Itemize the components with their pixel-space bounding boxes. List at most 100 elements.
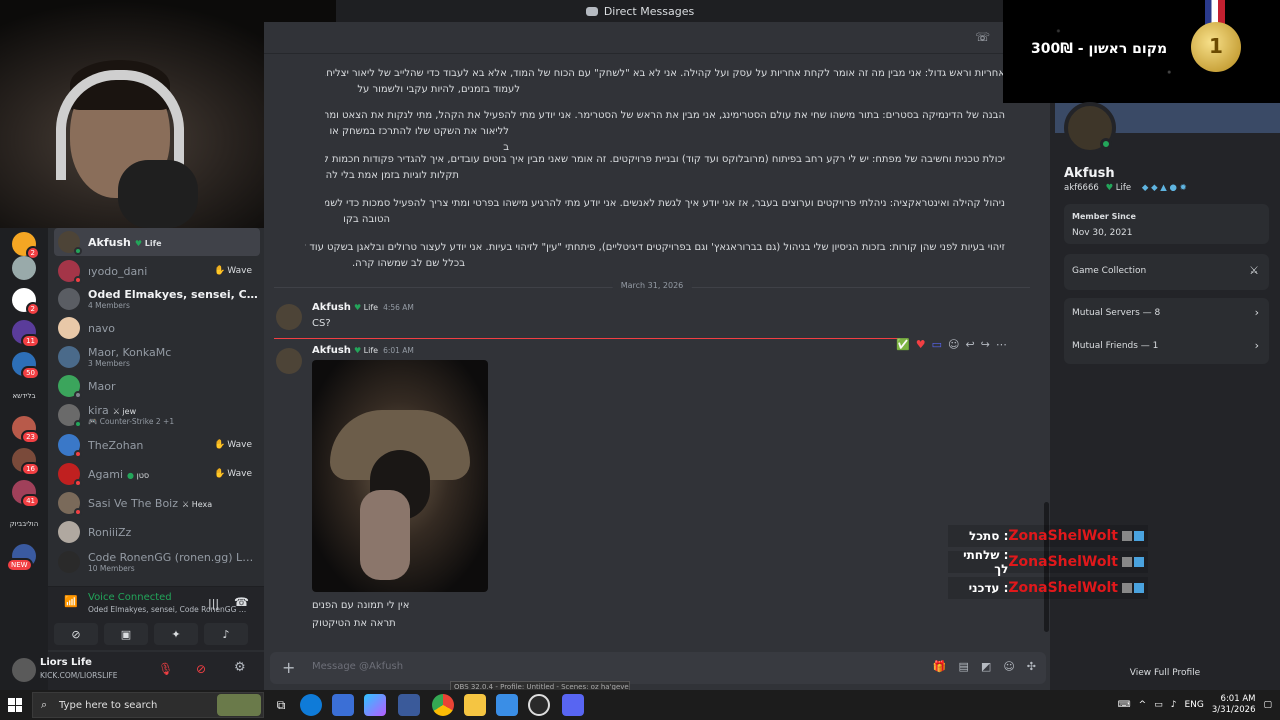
- server-icon[interactable]: 11: [12, 320, 40, 348]
- stream-chat-user: ZonaShelWolt: [1008, 528, 1118, 544]
- message-author[interactable]: Akfush: [312, 302, 351, 313]
- mutual-servers-row[interactable]: Mutual Servers — 8 ›: [1064, 298, 1269, 328]
- server-icon[interactable]: 2: [12, 232, 40, 260]
- soundboard-icon: ♪: [222, 627, 230, 641]
- edge-browser-icon[interactable]: [300, 694, 322, 716]
- voice-channel[interactable]: Oded Elmakyes, sensei, Code RonenGG (ron…: [88, 605, 248, 614]
- profile-badges[interactable]: ◆ ◆ ▲ ● ✹: [1142, 183, 1187, 193]
- wave-button[interactable]: ✋ Wave: [214, 469, 252, 479]
- mic-muted-icon[interactable]: 🎙: [158, 662, 173, 676]
- user-custom-status: KICK.COM/LIORSLIFE: [40, 671, 118, 680]
- server-icon[interactable]: NEW: [6, 544, 36, 572]
- more-options-icon[interactable]: ⋯: [996, 338, 1007, 351]
- message-avatar[interactable]: [276, 304, 302, 330]
- add-reaction-icon[interactable]: ☺: [948, 338, 959, 351]
- sticker-icon[interactable]: ◩: [981, 660, 991, 673]
- message-input-placeholder[interactable]: Message @Akfush: [312, 661, 403, 672]
- keyboard-icon[interactable]: ⌨: [1118, 700, 1131, 710]
- user-avatar[interactable]: [12, 658, 36, 682]
- noise-suppression-icon[interactable]: |||: [208, 597, 219, 610]
- screen-share-button[interactable]: ▣: [104, 623, 148, 645]
- wave-button[interactable]: ✋ Wave: [214, 266, 252, 276]
- dm-item-kira[interactable]: kira ⚔ jew 🎮 Counter-Strike 2 +1: [54, 400, 260, 430]
- server-icon[interactable]: 50: [12, 352, 40, 380]
- message-author[interactable]: Akfush: [312, 345, 351, 356]
- stream-chat-line: ZonaShelWolt : סתכל: [948, 525, 1148, 547]
- settings-gear-icon[interactable]: ⚙: [234, 660, 246, 675]
- dm-item-navo[interactable]: navo: [54, 314, 260, 342]
- gift-icon[interactable]: 🎁: [933, 660, 947, 673]
- server-text-label[interactable]: הוליבביוק: [4, 520, 44, 528]
- wave-button[interactable]: ✋ Wave: [214, 440, 252, 450]
- dm-name: Maor, KonkaMc: [88, 346, 172, 359]
- dm-item-roniiizz[interactable]: RoniiiZz: [54, 518, 260, 546]
- dm-item-group-maor[interactable]: Maor, KonkaMc 3 Members: [54, 342, 260, 372]
- windows-app-icon[interactable]: [398, 694, 420, 716]
- voice-status[interactable]: Voice Connected: [88, 592, 172, 603]
- server-icon[interactable]: 23: [12, 416, 40, 444]
- obs-icon[interactable]: [528, 694, 550, 716]
- store-icon[interactable]: [332, 694, 354, 716]
- user-name[interactable]: Liors Life: [40, 657, 92, 668]
- file-explorer-icon[interactable]: [464, 694, 486, 716]
- image-attachment[interactable]: [312, 360, 488, 592]
- taskbar-search-box[interactable]: ⌕ Type here to search: [32, 692, 264, 718]
- stream-chat-line: ZonaShelWolt : עדכני: [948, 577, 1148, 599]
- taskbar-clock[interactable]: 6:01 AM 3/31/2026: [1212, 694, 1256, 716]
- windows-start-button[interactable]: [8, 698, 22, 712]
- dm-item-akfush[interactable]: Akfush ♥ Life: [54, 228, 260, 256]
- headphones-muted-icon[interactable]: ⊘: [196, 662, 206, 676]
- server-icon[interactable]: [12, 256, 36, 280]
- voice-call-icon[interactable]: ☏: [975, 30, 990, 44]
- emoji-icon[interactable]: ☺: [1003, 660, 1014, 673]
- medal-number: 1: [1209, 34, 1223, 58]
- dm-item-maor[interactable]: Maor: [54, 372, 260, 400]
- checkmark-reaction-icon[interactable]: ✅: [896, 338, 910, 351]
- soundboard-button[interactable]: ♪: [204, 623, 248, 645]
- server-icon[interactable]: 41: [12, 480, 40, 508]
- task-view-icon[interactable]: ⧉: [270, 694, 292, 716]
- apps-icon[interactable]: ✣: [1027, 660, 1036, 673]
- notifications-icon[interactable]: ▢: [1263, 700, 1272, 710]
- message-input-box[interactable]: + Message @Akfush 🎁 ▤ ◩ ☺ ✣: [270, 652, 1046, 684]
- mutual-friends-row[interactable]: Mutual Friends — 1 ›: [1064, 331, 1269, 361]
- copilot-icon[interactable]: [364, 694, 386, 716]
- dm-item-group-oded[interactable]: Oded Elmakyes, sensei, Code Rone...4 Mem…: [54, 284, 260, 314]
- profile-avatar[interactable]: [1064, 102, 1116, 154]
- tray-overflow-icon[interactable]: ^: [1139, 700, 1147, 710]
- add-attachment-icon[interactable]: +: [282, 658, 295, 677]
- camera-off-button[interactable]: ⊘: [54, 623, 98, 645]
- profile-username[interactable]: akf6666: [1064, 183, 1099, 193]
- clan-tag-label: סטן: [136, 470, 150, 480]
- server-icon[interactable]: 2: [12, 288, 40, 316]
- message-avatar[interactable]: [276, 348, 302, 374]
- discord-icon[interactable]: [562, 694, 584, 716]
- view-full-profile-link[interactable]: View Full Profile: [1050, 668, 1280, 678]
- server-icon[interactable]: 16: [12, 448, 40, 476]
- reply-icon[interactable]: ↩: [965, 338, 974, 351]
- game-collection-card[interactable]: Game Collection ⚔: [1064, 254, 1269, 290]
- profile-display-name[interactable]: Akfush: [1064, 166, 1115, 181]
- disconnect-icon[interactable]: ☎: [234, 595, 249, 609]
- dm-item-iyodo[interactable]: ıyodo_dani ✋ Wave: [54, 257, 260, 285]
- badge-icon: [1122, 557, 1132, 567]
- chrome-icon[interactable]: [432, 694, 454, 716]
- volume-icon[interactable]: ♪: [1171, 700, 1177, 710]
- language-indicator[interactable]: ENG: [1184, 700, 1203, 710]
- vscode-icon[interactable]: [496, 694, 518, 716]
- badge-icon: [1134, 557, 1144, 567]
- dm-item-sasi[interactable]: Sasi Ve The Boiz ⚔ Hexa: [54, 489, 260, 517]
- activities-button[interactable]: ✦: [154, 623, 198, 645]
- dm-item-thezohan[interactable]: TheZohan ✋ Wave: [54, 431, 260, 459]
- message-text: תראה את הטיקטוק: [312, 618, 396, 629]
- server-badge: 41: [21, 494, 40, 508]
- network-icon[interactable]: ▭: [1154, 700, 1163, 710]
- message-line: בכלל שם לב שמשהו קרה.: [351, 258, 465, 269]
- flag-reaction-icon[interactable]: ▭: [932, 338, 942, 351]
- forward-icon[interactable]: ↪: [981, 338, 990, 351]
- gif-icon[interactable]: ▤: [959, 660, 969, 673]
- heart-reaction-icon[interactable]: ♥: [916, 338, 926, 351]
- dm-item-agami[interactable]: Agami ● סטן ✋ Wave: [54, 460, 260, 488]
- server-text-label[interactable]: בלידשא: [4, 392, 44, 400]
- dm-item-group-code-ronen[interactable]: Code RonenGG (ronen.gg) LB, IGZ, ...10 M…: [54, 547, 260, 577]
